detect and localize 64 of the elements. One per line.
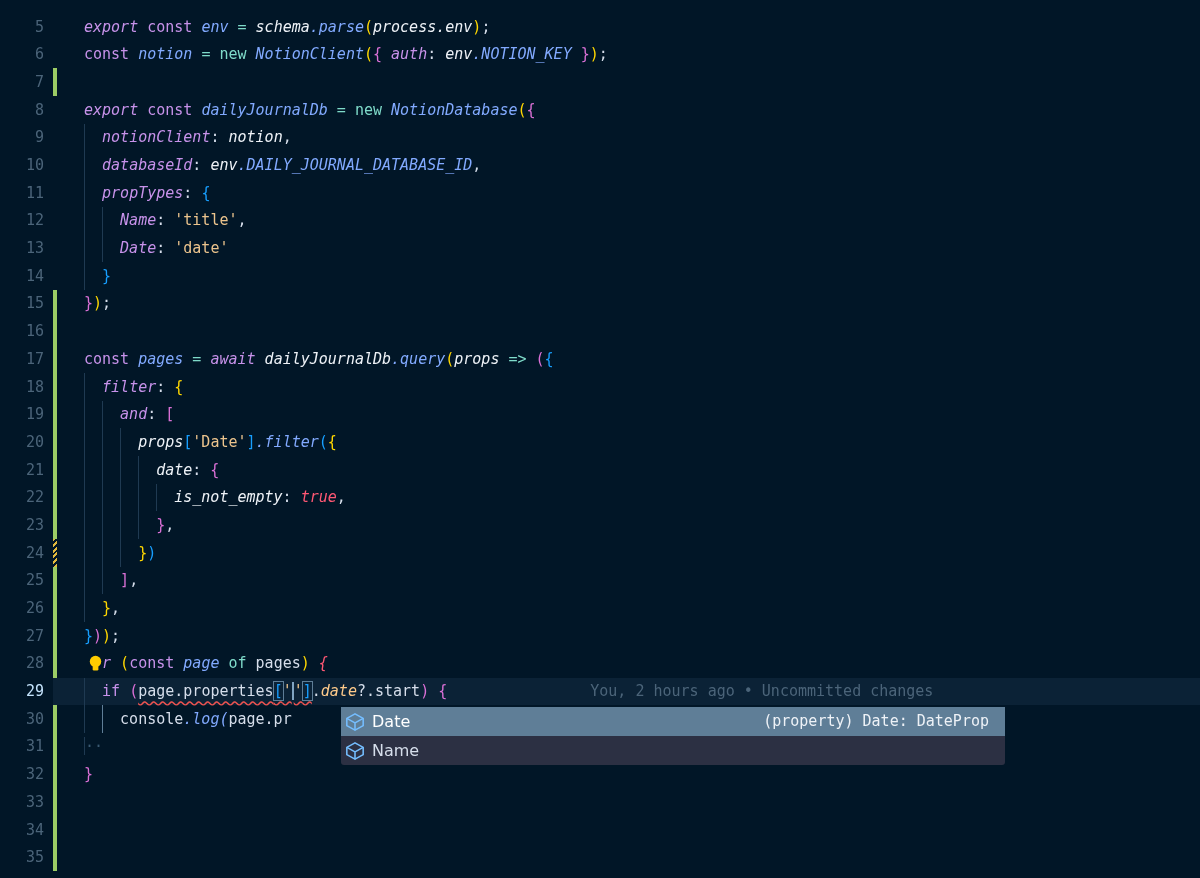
code-line: and: [	[120, 404, 175, 426]
code-line: const pages = await dailyJournalDb.query(props => ({	[84, 348, 554, 370]
line-number: 14	[24, 265, 44, 287]
suggestion-detail: (property) Date: DateProp	[763, 711, 989, 733]
code-line: databaseId: env.DAILY_JOURNAL_DATABASE_ID,	[102, 155, 482, 177]
line-number: 32	[24, 764, 44, 786]
code-line: export const dailyJournalDb = new NotionDatabase({	[84, 99, 536, 121]
line-number: 7	[33, 71, 44, 93]
code-line: const notion = new NotionClient({ auth: env.NOTION_KEY });	[84, 44, 608, 66]
line-number: 27	[24, 625, 44, 647]
line-number: 22	[24, 487, 44, 509]
code-line: props['Date'].filter({	[138, 431, 337, 453]
code-line: });	[84, 293, 112, 315]
line-number: 18	[24, 376, 44, 398]
line-number: 23	[24, 514, 44, 536]
line-number: 28	[24, 653, 44, 675]
lightbulb-icon[interactable]	[89, 653, 103, 674]
line-number: 10	[24, 155, 44, 177]
code-line: export const env = schema.parse(process.env);	[84, 16, 491, 38]
line-number: 33	[24, 791, 44, 813]
cube-icon	[344, 740, 366, 761]
line-number: 9	[33, 127, 44, 149]
code-line: if (page.properties[''].date?.start) {	[102, 681, 448, 703]
line-number: 16	[24, 321, 44, 343]
line-number: 30	[24, 708, 44, 730]
line-number: 13	[24, 238, 44, 260]
code-line: r (const page of pages) {	[102, 653, 328, 675]
line-number: 29	[24, 681, 44, 703]
code-line: is_not_empty: true,	[174, 487, 346, 509]
code-line: }));	[84, 625, 121, 647]
line-number: 17	[24, 348, 44, 370]
code-line: }	[84, 764, 94, 786]
code-line: },	[156, 514, 175, 536]
suggestion-item[interactable]: Name	[341, 736, 1005, 765]
code-line: Name: 'title',	[120, 210, 247, 232]
cube-icon	[344, 711, 366, 732]
code-line: notionClient: notion,	[102, 127, 292, 149]
suggestion-item[interactable]: Date (property) Date: DateProp	[341, 707, 1005, 736]
line-number: 15	[24, 293, 44, 315]
code-line: filter: {	[102, 376, 184, 398]
line-number: 5	[33, 16, 44, 38]
line-number: 20	[24, 431, 44, 453]
code-line: },	[102, 598, 121, 620]
line-number: 24	[24, 542, 44, 564]
line-number: 6	[33, 44, 44, 66]
line-number: 31	[24, 736, 44, 758]
line-number: 21	[24, 459, 44, 481]
line-number: 11	[24, 182, 44, 204]
code-line: ],	[120, 570, 139, 592]
code-line: propTypes: {	[102, 182, 211, 204]
line-number: 8	[33, 99, 44, 121]
code-line: Date: 'date'	[120, 238, 229, 260]
code-line: console.log(page.pr	[120, 708, 292, 730]
line-number: 26	[24, 598, 44, 620]
line-number: 25	[24, 570, 44, 592]
line-number: 34	[24, 819, 44, 841]
code-line: }	[102, 265, 112, 287]
blame-annotation: You, 2 hours ago • Uncommitted changes	[590, 681, 934, 703]
code-line: ··	[84, 736, 104, 758]
line-number: 19	[24, 404, 44, 426]
code-line: date: {	[156, 459, 220, 481]
line-number: 35	[24, 847, 44, 869]
line-number: 12	[24, 210, 44, 232]
code-line: })	[138, 542, 157, 564]
